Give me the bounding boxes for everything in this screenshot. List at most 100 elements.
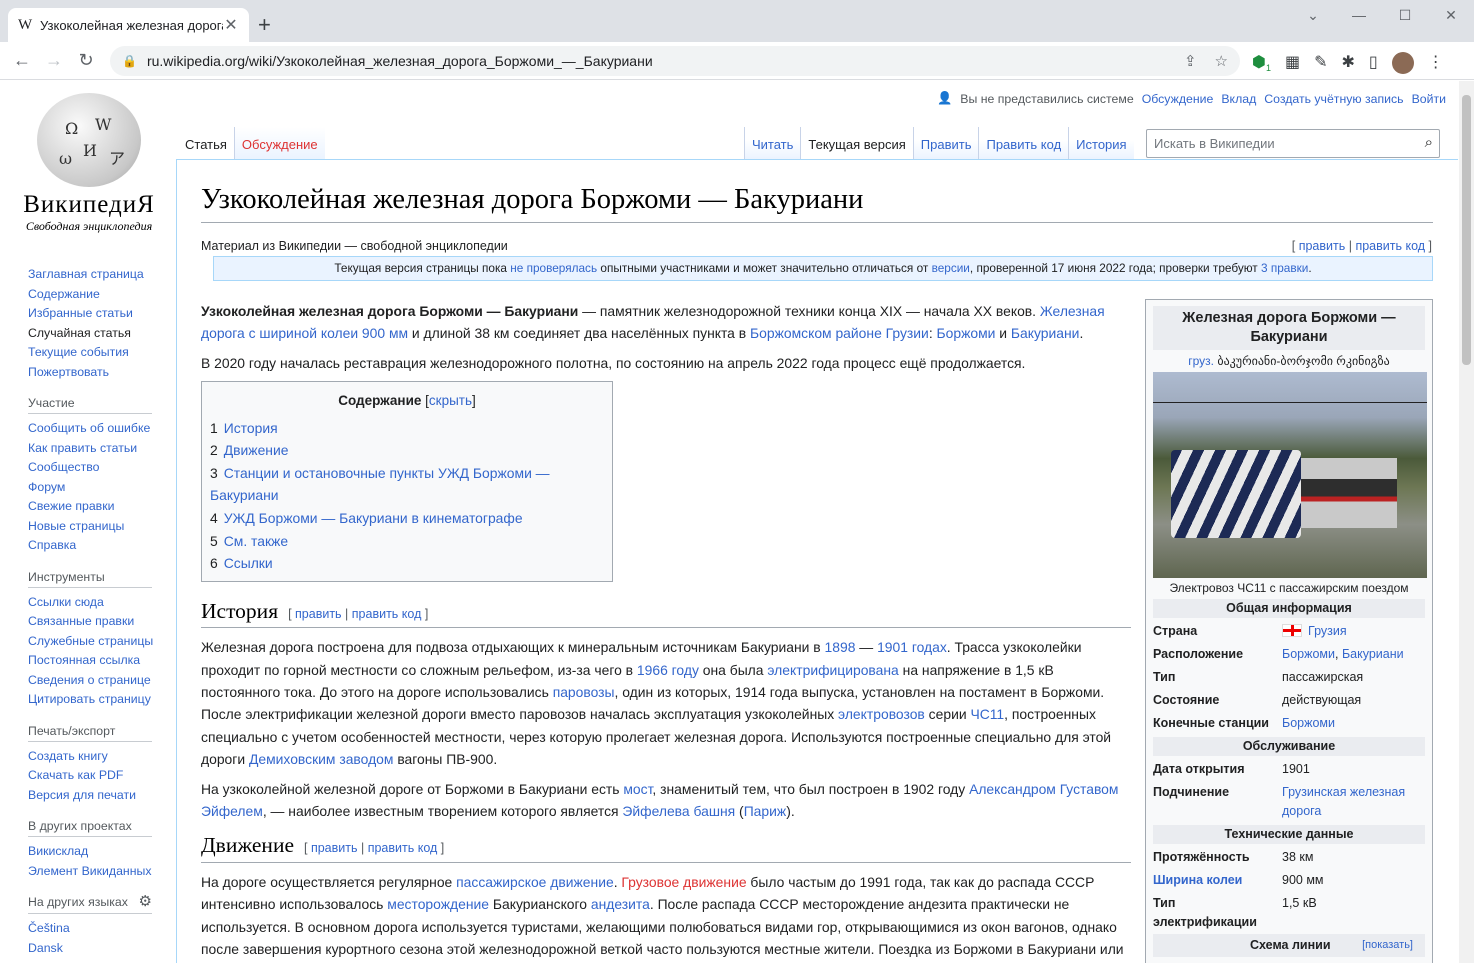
language-settings-gear-icon[interactable]: ⚙ [139, 892, 152, 910]
sidebar-item-permanent-link[interactable]: Постоянная ссылка [28, 651, 158, 671]
extension-shield-icon[interactable]: ⬢1 [1252, 52, 1271, 74]
login-link[interactable]: Войти [1412, 92, 1446, 106]
extension-brush-icon[interactable]: ✎ [1314, 52, 1327, 74]
sidebar-item-featured[interactable]: Избранные статьи [28, 304, 158, 324]
contribs-link[interactable]: Вклад [1221, 92, 1256, 106]
sidebar-item-page-info[interactable]: Сведения о странице [28, 671, 158, 691]
location-link[interactable]: Бакуриани [1342, 647, 1404, 661]
year-link[interactable]: 1898 [825, 639, 856, 655]
chs11-link[interactable]: ЧС11 [970, 706, 1004, 722]
extension-grid-icon[interactable]: ▦ [1285, 52, 1300, 74]
lock-icon[interactable]: 🔒 [122, 54, 137, 68]
section-edit-link[interactable]: править [311, 841, 358, 855]
sidebar-item-how-to-edit[interactable]: Как править статьи [28, 439, 158, 459]
bridge-link[interactable]: мост [623, 781, 652, 797]
close-window-icon[interactable]: ✕ [1428, 0, 1474, 30]
toc-item[interactable]: 4 УЖД Боржоми — Бакуриани в кинематографе [210, 507, 604, 530]
toc-item[interactable]: 6 Ссылки [210, 552, 604, 575]
stable-version-link[interactable]: версии [932, 261, 970, 275]
toc-link[interactable]: Движение [224, 442, 289, 458]
sidebar-item-help[interactable]: Справка [28, 536, 158, 556]
tab-article[interactable]: Статья [178, 127, 234, 160]
sidebar-item-commons[interactable]: Викисклад [28, 842, 158, 862]
search-icon[interactable]: ⌕ [1425, 134, 1433, 151]
electrified-link[interactable]: электрифицирована [767, 662, 898, 678]
freight-redlink[interactable]: Грузовое движение [621, 874, 746, 890]
sidebar-item-new-pages[interactable]: Новые страницы [28, 517, 158, 537]
unreviewed-link[interactable]: не проверялась [510, 261, 597, 275]
bookmark-star-icon[interactable]: ☆ [1215, 52, 1228, 70]
toc-item[interactable]: 2 Движение [210, 439, 604, 462]
toc-link[interactable]: Ссылки [224, 555, 273, 571]
forward-icon[interactable]: → [42, 50, 66, 71]
tab-history[interactable]: История [1068, 127, 1134, 160]
close-tab-icon[interactable]: ✕ [223, 15, 239, 35]
andesite-link[interactable]: андезита [591, 896, 650, 912]
plant-link[interactable]: Демиховским заводом [249, 751, 394, 767]
toc-hide-toggle[interactable]: скрыть [429, 393, 472, 408]
maximize-icon[interactable]: ☐ [1382, 0, 1428, 30]
page-scrollbar[interactable] [1459, 81, 1474, 963]
sidebar-item-donate[interactable]: Пожертвовать [28, 363, 158, 383]
gauge-label-link[interactable]: Ширина колеи [1153, 873, 1242, 887]
infobox-photo[interactable] [1153, 372, 1427, 578]
url-field[interactable]: 🔒 ru.wikipedia.org/wiki/Узкоколейная_жел… [110, 46, 1240, 76]
pending-edits-link[interactable]: 3 правки [1261, 261, 1308, 275]
sidebar-item-cite[interactable]: Цитировать страницу [28, 690, 158, 710]
sidebar-item-create-book[interactable]: Создать книгу [28, 747, 158, 767]
tab-current-version[interactable]: Текущая версия [800, 127, 913, 160]
extensions-puzzle-icon[interactable]: ✱ [1342, 52, 1355, 74]
sidebar-item-what-links-here[interactable]: Ссылки сюда [28, 593, 158, 613]
sidebar-item-report-error[interactable]: Сообщить об ошибке [28, 419, 158, 439]
sidebar-item-special-pages[interactable]: Служебные страницы [28, 632, 158, 652]
georgian-lang-link[interactable]: груз. [1188, 354, 1214, 368]
georgia-link[interactable]: Грузии [886, 325, 929, 341]
edit-link[interactable]: править [1299, 239, 1346, 253]
share-icon[interactable]: ⇪ [1184, 52, 1197, 70]
wikipedia-logo[interactable]: ΩWИωア ВикипедиЯ Свободная энциклопедия [14, 93, 164, 234]
deposit-link[interactable]: месторождение [387, 896, 489, 912]
toc-item[interactable]: 1 История [210, 417, 604, 440]
toc-link[interactable]: История [224, 420, 278, 436]
sidebar-item-contents[interactable]: Содержание [28, 285, 158, 305]
sidebar-item-forum[interactable]: Форум [28, 478, 158, 498]
talk-link[interactable]: Обсуждение [1142, 92, 1214, 106]
scrollbar-thumb[interactable] [1462, 95, 1471, 365]
sidebar-item-community[interactable]: Сообщество [28, 458, 158, 478]
back-icon[interactable]: ← [10, 50, 34, 71]
sidebar-item-download-pdf[interactable]: Скачать как PDF [28, 766, 158, 786]
electric-loco-link[interactable]: электровозов [838, 706, 925, 722]
sidebar-item-random[interactable]: Случайная статья [28, 324, 158, 344]
browser-tab[interactable]: W Узкоколейная железная дорога ✕ [8, 8, 249, 42]
section-edit-code-link[interactable]: править код [368, 841, 438, 855]
year-link[interactable]: 1901 годах [877, 639, 947, 655]
create-account-link[interactable]: Создать учётную запись [1264, 92, 1403, 106]
sidebar-item-main-page[interactable]: Заглавная страница [28, 265, 158, 285]
toc-link[interactable]: УЖД Боржоми — Бакуриани в кинематографе [224, 510, 523, 526]
sidebar-item-lang-cs[interactable]: Čeština [28, 919, 158, 939]
side-panel-icon[interactable]: ▯ [1369, 52, 1378, 74]
tab-search-icon[interactable]: ⌄ [1290, 0, 1336, 30]
operator-link[interactable]: Грузинская железная дорога [1282, 785, 1405, 818]
sidebar-item-lang-da[interactable]: Dansk [28, 939, 158, 959]
steam-link[interactable]: паровозы [553, 684, 615, 700]
tab-discussion[interactable]: Обсуждение [233, 127, 325, 160]
new-tab-icon[interactable]: + [258, 12, 271, 38]
reload-icon[interactable]: ↻ [74, 50, 98, 71]
terminal-link[interactable]: Боржоми [1282, 716, 1335, 730]
borjomi-link[interactable]: Боржоми [937, 325, 996, 341]
paris-link[interactable]: Париж [744, 803, 787, 819]
minimize-icon[interactable]: — [1336, 0, 1382, 30]
toc-link[interactable]: Станции и остановочные пункты УЖД Боржом… [210, 465, 550, 504]
tab-edit-source[interactable]: Править код [978, 127, 1069, 160]
tab-read[interactable]: Читать [744, 127, 801, 160]
sidebar-item-related-changes[interactable]: Связанные правки [28, 612, 158, 632]
bakuriani-link[interactable]: Бакуриани [1011, 325, 1080, 341]
section-edit-link[interactable]: править [295, 607, 342, 621]
menu-kebab-icon[interactable]: ⋮ [1428, 52, 1444, 74]
tab-edit[interactable]: Править [912, 127, 979, 160]
toc-item[interactable]: 5 См. также [210, 530, 604, 553]
profile-avatar[interactable] [1391, 52, 1414, 74]
country-link[interactable]: Грузия [1308, 624, 1347, 638]
edit-code-link[interactable]: править код [1355, 239, 1425, 253]
